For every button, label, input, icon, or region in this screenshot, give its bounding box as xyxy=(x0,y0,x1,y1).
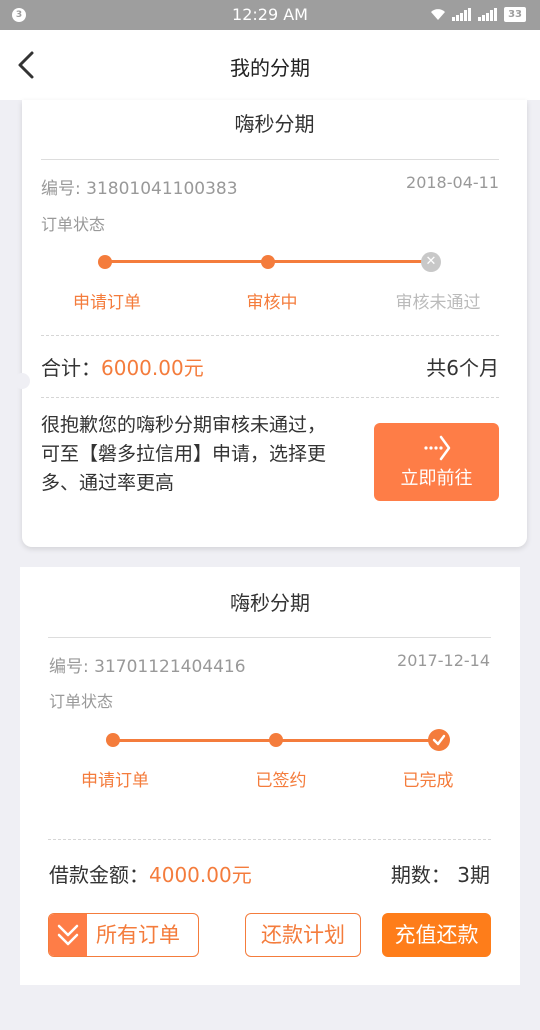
dashed-divider xyxy=(41,397,499,398)
periods-row: 期数： 3期 xyxy=(391,859,490,888)
step-dot-apply xyxy=(98,255,112,269)
step-dot-review xyxy=(261,255,275,269)
status-icons: 33 xyxy=(430,7,526,22)
divider xyxy=(48,637,491,638)
step-dot-apply xyxy=(106,733,120,747)
page-title: 我的分期 xyxy=(230,56,310,80)
total-row: 合计：6000.00元 xyxy=(41,352,204,381)
order-date: 2018-04-11 xyxy=(406,173,499,192)
step-label-complete: 已完成 xyxy=(402,771,454,791)
signal-icon xyxy=(478,8,498,21)
loan-amount: 4000.00元 xyxy=(149,863,252,887)
repay-plan-button[interactable]: 还款计划 xyxy=(245,913,361,957)
dashed-divider xyxy=(48,839,491,840)
step-label-review: 审核中 xyxy=(246,293,298,313)
step-label-apply: 申请订单 xyxy=(81,771,149,791)
step-label-rejected: 审核未通过 xyxy=(395,293,481,313)
order-card[interactable]: 嗨秒分期 编号: 31801041100383 2018-04-11 订单状态 … xyxy=(14,100,527,547)
wifi-icon xyxy=(431,9,446,20)
double-chevron-down-icon xyxy=(49,914,87,956)
rejection-notice: 很抱歉您的嗨秒分期审核未通过，可至【磐多拉信用】申请，选择更多、通过率更高 xyxy=(41,414,327,494)
step-label-signed: 已签约 xyxy=(255,771,307,791)
total-label: 合计： xyxy=(41,356,101,380)
amount-row: 借款金额：4000.00元 xyxy=(49,859,252,888)
order-status-label: 订单状态 xyxy=(49,692,114,711)
check-icon xyxy=(428,729,450,751)
arrow-right-icon xyxy=(374,435,499,465)
order-date: 2017-12-14 xyxy=(397,651,490,670)
periods-value: 3期 xyxy=(457,863,490,887)
go-now-button[interactable]: 立即前往 xyxy=(374,423,499,501)
order-title: 嗨秒分期 xyxy=(230,591,310,615)
card-notch xyxy=(14,373,30,389)
total-amount: 6000.00元 xyxy=(101,356,204,380)
order-status-label: 订单状态 xyxy=(41,215,106,234)
step-failed-icon: ✕ xyxy=(421,252,441,272)
order-number: 编号: 31701121404416 xyxy=(49,657,246,677)
recharge-repay-button[interactable]: 充值还款 xyxy=(382,913,491,957)
dashed-divider xyxy=(41,335,499,336)
periods-label: 期数： xyxy=(390,863,451,887)
amount-label: 借款金额： xyxy=(49,863,149,887)
order-number: 编号: 31801041100383 xyxy=(41,179,238,199)
nav-bar: 我的分期 xyxy=(0,30,540,100)
step-label-apply: 申请订单 xyxy=(73,293,141,313)
all-orders-label: 所有订单 xyxy=(96,923,180,947)
status-bar: 3 12:29 AM 33 xyxy=(0,0,540,30)
divider xyxy=(41,159,499,160)
battery-icon: 33 xyxy=(504,7,526,22)
all-orders-button[interactable]: 所有订单 xyxy=(48,913,199,957)
order-card[interactable]: 嗨秒分期 编号: 31701121404416 2017-12-14 订单状态 … xyxy=(20,567,520,985)
order-title: 嗨秒分期 xyxy=(234,112,315,136)
step-dot-signed xyxy=(269,733,283,747)
signal-icon xyxy=(452,8,472,21)
go-now-label: 立即前往 xyxy=(400,468,473,489)
installment-months: 共6个月 xyxy=(426,356,499,380)
